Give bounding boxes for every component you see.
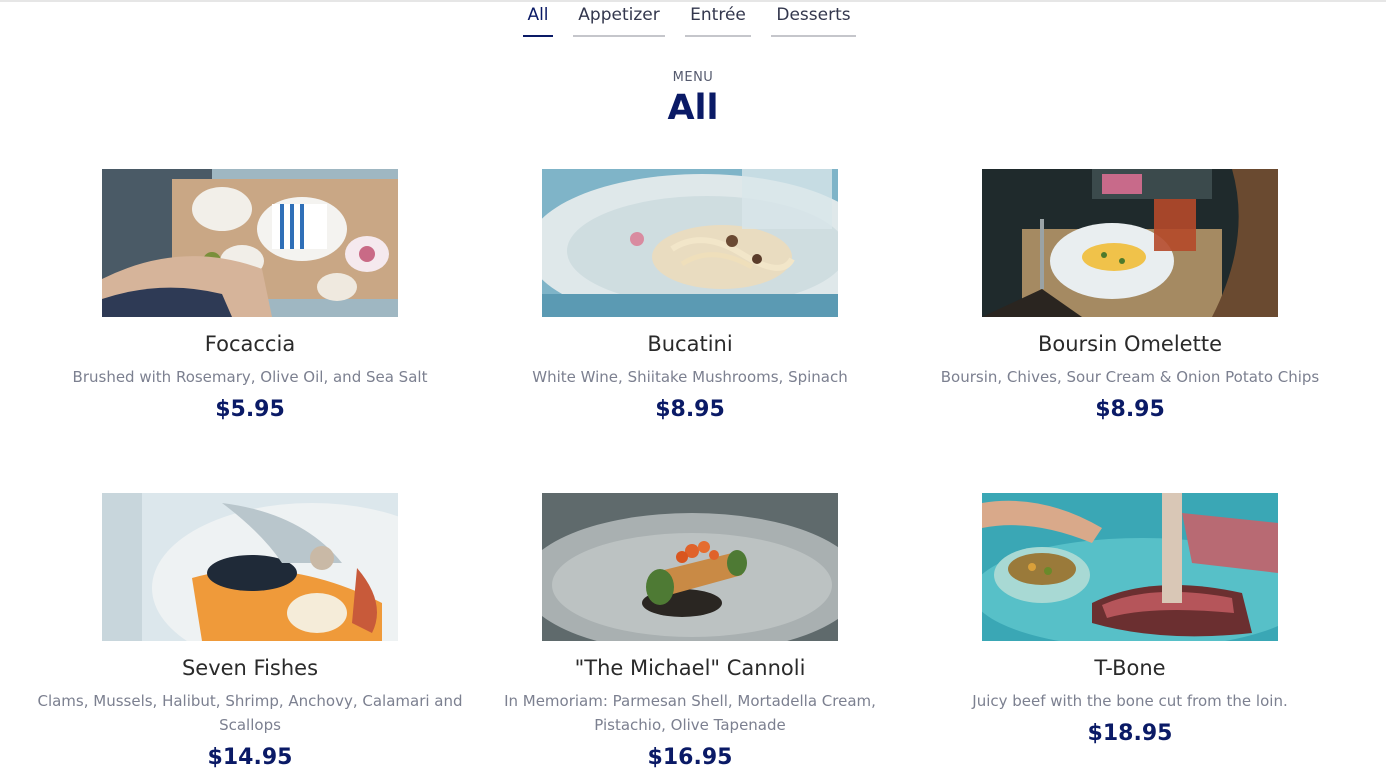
menu-item-card[interactable]: Bucatini White Wine, Shiitake Mushrooms,… (470, 169, 910, 449)
menu-item-name: Seven Fishes (181, 656, 319, 680)
menu-item-card[interactable]: Seven Fishes Clams, Mussels, Halibut, Sh… (30, 493, 470, 781)
menu-item-price: $5.95 (215, 397, 285, 422)
tab-appetizer[interactable]: Appetizer (573, 3, 665, 37)
menu-item-card[interactable]: T-Bone Juicy beef with the bone cut from… (910, 493, 1350, 781)
menu-item-price: $8.95 (1095, 397, 1165, 422)
menu-item-name: Boursin Omelette (1037, 332, 1222, 356)
tbone-steak-photo (982, 493, 1278, 641)
section-kicker: MENU (672, 70, 714, 85)
menu-item-description: Juicy beef with the bone cut from the lo… (972, 692, 1288, 710)
menu-item-name: Focaccia (204, 332, 296, 356)
bucatini-bowl-photo (542, 169, 838, 317)
menu-item-price: $14.95 (207, 745, 293, 770)
omelette-plate-photo (982, 169, 1278, 317)
menu-item-card[interactable]: "The Michael" Cannoli In Memoriam: Parme… (470, 493, 910, 781)
focaccia-plates-photo (102, 169, 398, 317)
menu-item-description: White Wine, Shiitake Mushrooms, Spinach (532, 368, 848, 386)
menu-item-price: $8.95 (655, 397, 725, 422)
cannoli-plate-photo (542, 493, 838, 641)
menu-item-description: Clams, Mussels, Halibut, Shrimp, Anchovy… (37, 692, 463, 734)
menu-item-description: In Memoriam: Parmesan Shell, Mortadella … (504, 692, 876, 734)
menu-item-card[interactable]: Focaccia Brushed with Rosemary, Olive Oi… (30, 169, 470, 449)
menu-item-name: "The Michael" Cannoli (574, 656, 806, 680)
menu-item-name: Bucatini (647, 332, 733, 356)
seafood-plate-photo (102, 493, 398, 641)
menu-item-name: T-Bone (1094, 656, 1166, 680)
tab-desserts[interactable]: Desserts (771, 3, 856, 37)
menu-item-description: Brushed with Rosemary, Olive Oil, and Se… (72, 368, 428, 386)
menu-item-card[interactable]: Boursin Omelette Boursin, Chives, Sour C… (910, 169, 1350, 449)
menu-item-price: $16.95 (647, 745, 733, 770)
section-title: All (667, 88, 719, 128)
menu-item-price: $18.95 (1087, 721, 1173, 746)
menu-filter-tabs: All Appetizer Entrée Desserts (0, 0, 1386, 40)
tab-entree[interactable]: Entrée (685, 3, 751, 37)
tab-all[interactable]: All (523, 3, 553, 37)
menu-item-description: Boursin, Chives, Sour Cream & Onion Pota… (940, 368, 1320, 386)
